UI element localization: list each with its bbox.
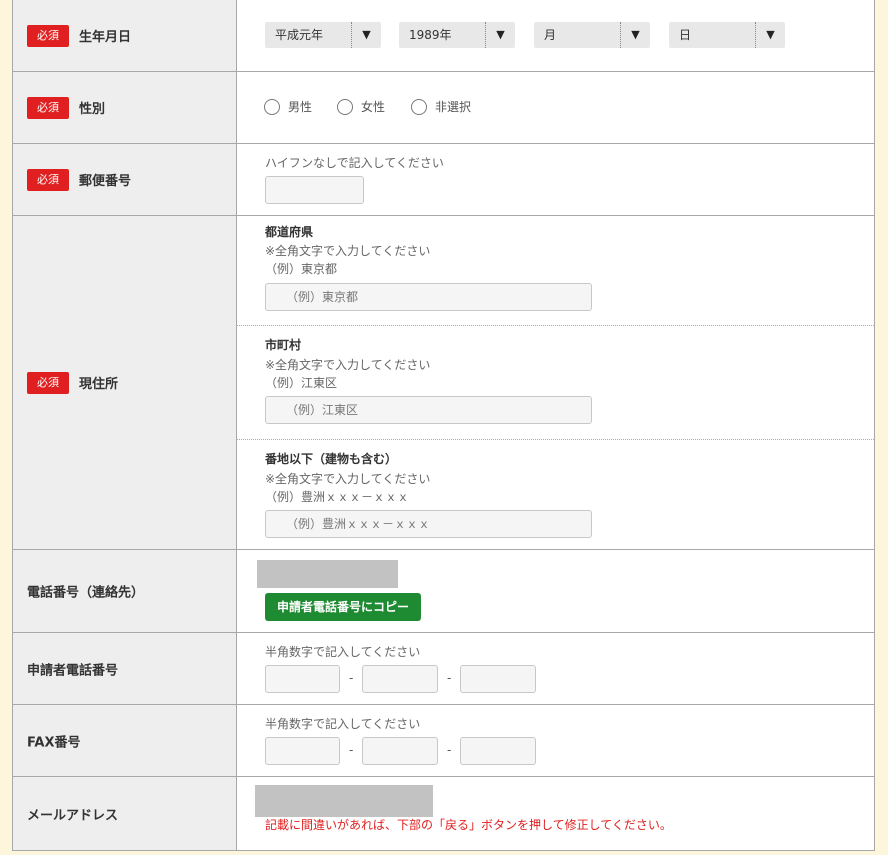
divider — [237, 325, 874, 326]
radio-label: 女性 — [361, 100, 386, 114]
month-select[interactable]: 月 ▼ — [534, 22, 650, 48]
radio-circle-icon — [337, 98, 353, 115]
prefecture-example: （例）東京都 — [265, 262, 338, 276]
required-badge: 必須 — [27, 24, 69, 47]
birthdate-label: 生年月日 — [79, 30, 132, 45]
fax-part2[interactable] — [362, 737, 438, 765]
row-email: メールアドレス 記載に間違いがあれば、下部の「戻る」ボタンを押して修正してくださ… — [13, 777, 874, 850]
chevron-down-icon: ▼ — [755, 22, 785, 48]
row-fax: FAX番号 半角数字で記入してください - - — [13, 705, 874, 777]
dash: - — [447, 743, 452, 757]
chevron-down-icon: ▼ — [485, 22, 515, 48]
applicant-phone-part3[interactable] — [460, 665, 536, 693]
year-value: 1989年 — [409, 28, 452, 42]
street-title: 番地以下（建物も含む） — [265, 452, 398, 466]
prefecture-input[interactable]: （例）東京都 — [265, 283, 592, 311]
day-select[interactable]: 日 ▼ — [669, 22, 785, 48]
required-badge: 必須 — [27, 168, 69, 191]
chevron-down-icon: ▼ — [620, 22, 650, 48]
required-badge: 必須 — [27, 371, 69, 394]
radio-label: 非選択 — [435, 100, 472, 114]
dash: - — [349, 671, 354, 685]
applicant-phone-label: 申請者電話番号 — [27, 663, 119, 678]
fax-label: FAX番号 — [27, 735, 81, 750]
row-birthdate: 必須 生年月日 平成元年 ▼ 1989年 ▼ 月 ▼ 日 ▼ — [13, 0, 874, 72]
copy-applicant-phone-button[interactable]: 申請者電話番号にコピー — [265, 593, 422, 621]
street-hint: ※全角文字で入力してください — [265, 472, 431, 486]
radio-label: 男性 — [288, 100, 313, 114]
prefecture-title: 都道府県 — [265, 225, 314, 239]
postal-input[interactable] — [265, 176, 364, 204]
radio-female[interactable]: 女性 — [337, 98, 385, 115]
application-form: 必須 生年月日 平成元年 ▼ 1989年 ▼ 月 ▼ 日 ▼ 必須 性別 男性 … — [12, 0, 875, 851]
dash: - — [349, 743, 354, 757]
row-contact-phone: 電話番号（連絡先） 申請者電話番号にコピー — [13, 550, 874, 633]
radio-unselected[interactable]: 非選択 — [411, 98, 471, 115]
street-example: （例）豊洲ｘｘｘ－ｘｘｘ — [265, 490, 410, 504]
year-select[interactable]: 1989年 ▼ — [399, 22, 515, 48]
applicant-phone-part2[interactable] — [362, 665, 438, 693]
radio-male[interactable]: 男性 — [264, 98, 312, 115]
applicant-phone-part1[interactable] — [265, 665, 340, 693]
city-title: 市町村 — [265, 338, 302, 352]
email-correction-note: 記載に間違いがあれば、下部の「戻る」ボタンを押して修正してください。 — [265, 818, 672, 832]
postal-hint: ハイフンなしで記入してください — [265, 156, 444, 170]
city-hint: ※全角文字で入力してください — [265, 358, 431, 372]
postal-label: 郵便番号 — [79, 174, 132, 189]
dash: - — [447, 671, 452, 685]
city-example: （例）江東区 — [265, 376, 338, 390]
required-badge: 必須 — [27, 96, 69, 119]
row-address: 必須 現住所 都道府県 ※全角文字で入力してください （例）東京都 （例）東京都… — [13, 216, 874, 550]
era-select[interactable]: 平成元年 ▼ — [265, 22, 381, 48]
row-gender: 必須 性別 男性 女性 非選択 — [13, 72, 874, 144]
address-label: 現住所 — [79, 377, 119, 392]
city-input[interactable]: （例）江東区 — [265, 396, 592, 424]
fax-part3[interactable] — [460, 737, 536, 765]
contact-phone-redacted — [257, 560, 398, 588]
day-value: 日 — [679, 28, 692, 42]
era-value: 平成元年 — [275, 28, 324, 42]
radio-circle-icon — [264, 98, 280, 115]
applicant-phone-hint: 半角数字で記入してください — [265, 645, 421, 659]
prefecture-hint: ※全角文字で入力してください — [265, 244, 431, 258]
email-redacted — [255, 785, 433, 817]
divider — [237, 439, 874, 440]
contact-phone-label: 電話番号（連絡先） — [27, 585, 145, 601]
chevron-down-icon: ▼ — [351, 22, 381, 48]
row-postal: 必須 郵便番号 ハイフンなしで記入してください — [13, 144, 874, 216]
fax-hint: 半角数字で記入してください — [265, 717, 421, 731]
row-applicant-phone: 申請者電話番号 半角数字で記入してください - - — [13, 633, 874, 705]
radio-circle-icon — [411, 98, 427, 115]
email-label: メールアドレス — [27, 808, 119, 823]
label-cell: 必須 生年月日 — [13, 0, 237, 71]
fax-part1[interactable] — [265, 737, 340, 765]
street-input[interactable]: （例）豊洲ｘｘｘ－ｘｘｘ — [265, 510, 592, 538]
gender-label: 性別 — [79, 102, 106, 117]
month-value: 月 — [544, 28, 557, 42]
